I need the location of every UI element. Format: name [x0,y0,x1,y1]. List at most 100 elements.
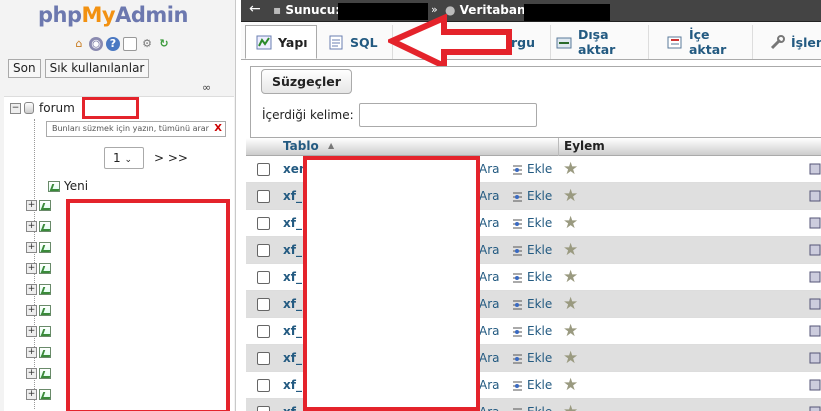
insert-action[interactable]: Ekle [511,324,552,338]
docs-icon[interactable] [123,37,137,51]
column-header-table[interactable]: Tablo [283,138,319,154]
favorite-star-icon[interactable]: ★ [563,321,578,341]
tree-table-item[interactable]: + [26,326,51,337]
tree-table-item[interactable]: + [26,284,51,295]
settings-icon[interactable]: ⚙ [140,37,154,51]
favorite-star-icon[interactable]: ★ [563,402,578,411]
row-checkbox[interactable] [257,271,270,284]
table-name-link[interactable]: xf_ [283,351,302,365]
insert-action[interactable]: Ekle [511,162,552,176]
table-name-link[interactable]: xf_ [283,189,302,203]
empty-table-icon[interactable] [809,162,821,175]
expand-icon[interactable]: + [26,347,37,358]
tree-table-item[interactable]: + [26,347,51,358]
tree-table-item[interactable]: + [26,368,51,379]
empty-table-icon[interactable] [809,351,821,364]
favorite-star-icon[interactable]: ★ [563,294,578,314]
tree-filter-input[interactable]: Bunları süzmek için yazın, tümünü arar X [46,121,226,137]
table-icon [39,242,51,253]
insert-action[interactable]: Ekle [511,243,552,257]
expand-icon[interactable]: + [26,368,37,379]
empty-table-icon[interactable] [809,216,821,229]
expand-icon[interactable]: + [26,305,37,316]
clear-filter-icon[interactable]: X [214,122,222,136]
expand-icon[interactable]: + [26,242,37,253]
tree-table-item[interactable]: + [26,242,51,253]
empty-table-icon[interactable] [809,324,821,337]
row-checkbox[interactable] [257,379,270,392]
favorite-star-icon[interactable]: ★ [563,186,578,206]
page-select[interactable]: 1 ⌄ [104,147,144,169]
empty-table-icon[interactable] [809,297,821,310]
table-name-link[interactable]: xf_ [283,297,302,311]
tree-table-item[interactable]: + [26,221,51,232]
tree-table-item[interactable]: + [26,389,51,400]
redaction-box [303,156,480,411]
favorite-star-icon[interactable]: ★ [563,159,578,179]
expand-icon[interactable]: + [26,221,37,232]
insert-action[interactable]: Ekle [511,351,552,365]
next-page-link[interactable]: > >> [154,151,188,165]
logout-icon[interactable]: ◉ [89,37,103,51]
table-name-link[interactable]: xf_ [283,270,302,284]
tab-import[interactable]: İçe aktar [657,25,753,59]
tree-table-item[interactable]: + [26,200,51,211]
breadcrumb-server[interactable]: ▪ Sunucu: [273,3,340,17]
tree-database-item[interactable]: − forum [10,101,75,115]
tab-operations[interactable]: İşlem [759,25,821,59]
favorite-star-icon[interactable]: ★ [563,267,578,287]
row-checkbox[interactable] [257,325,270,338]
link-icon[interactable]: ∞ [202,81,211,94]
empty-table-icon[interactable] [809,405,821,411]
favorite-star-icon[interactable]: ★ [563,348,578,368]
favorite-star-icon[interactable]: ★ [563,240,578,260]
recent-tab[interactable]: Son [8,59,41,78]
collapse-icon[interactable]: − [10,102,21,114]
table-name-link[interactable]: xf_ [283,405,302,411]
tab-structure[interactable]: Yapı [245,25,317,59]
expand-icon[interactable]: + [26,200,37,211]
sort-asc-icon: ▲ [328,141,335,150]
table-name-link[interactable]: xf_ [283,378,302,392]
row-checkbox[interactable] [257,163,270,176]
empty-table-icon[interactable] [809,189,821,202]
tree-new-item[interactable]: Yeni [48,179,88,193]
insert-action[interactable]: Ekle [511,216,552,230]
tab-sql[interactable]: SQL [318,25,393,59]
favorite-star-icon[interactable]: ★ [563,375,578,395]
row-checkbox[interactable] [257,244,270,257]
tree-table-item[interactable]: + [26,263,51,274]
database-name[interactable]: forum [39,101,75,115]
empty-table-icon[interactable] [809,378,821,391]
insert-action[interactable]: Ekle [511,189,552,203]
favorite-star-icon[interactable]: ★ [563,213,578,233]
table-name-link[interactable]: xf_ [283,324,302,338]
expand-icon[interactable]: + [26,389,37,400]
insert-icon [511,244,524,257]
favorites-tab[interactable]: Sık kullanılanlar [44,59,150,78]
insert-action[interactable]: Ekle [511,270,552,284]
insert-action[interactable]: Ekle [511,405,552,411]
expand-icon[interactable]: + [26,263,37,274]
home-icon[interactable]: ⌂ [72,37,86,51]
empty-table-icon[interactable] [809,243,821,256]
empty-table-icon[interactable] [809,270,821,283]
insert-action[interactable]: Ekle [511,297,552,311]
collapse-nav-icon[interactable]: ← [249,1,261,17]
help-icon[interactable]: ? [106,37,120,51]
reload-icon[interactable]: ↻ [157,37,171,51]
row-checkbox[interactable] [257,406,270,411]
phpmyadmin-logo[interactable]: phpMyAdmin [38,3,188,27]
row-checkbox[interactable] [257,217,270,230]
row-checkbox[interactable] [257,352,270,365]
expand-icon[interactable]: + [26,284,37,295]
table-name-link[interactable]: xf_ [283,216,302,230]
filter-input[interactable] [359,103,537,127]
row-checkbox[interactable] [257,298,270,311]
tree-table-item[interactable]: + [26,305,51,316]
row-checkbox[interactable] [257,190,270,203]
insert-action[interactable]: Ekle [511,378,552,392]
table-name-link[interactable]: xf_ [283,243,302,257]
expand-icon[interactable]: + [26,326,37,337]
tab-export[interactable]: Dışa aktar [546,25,649,59]
